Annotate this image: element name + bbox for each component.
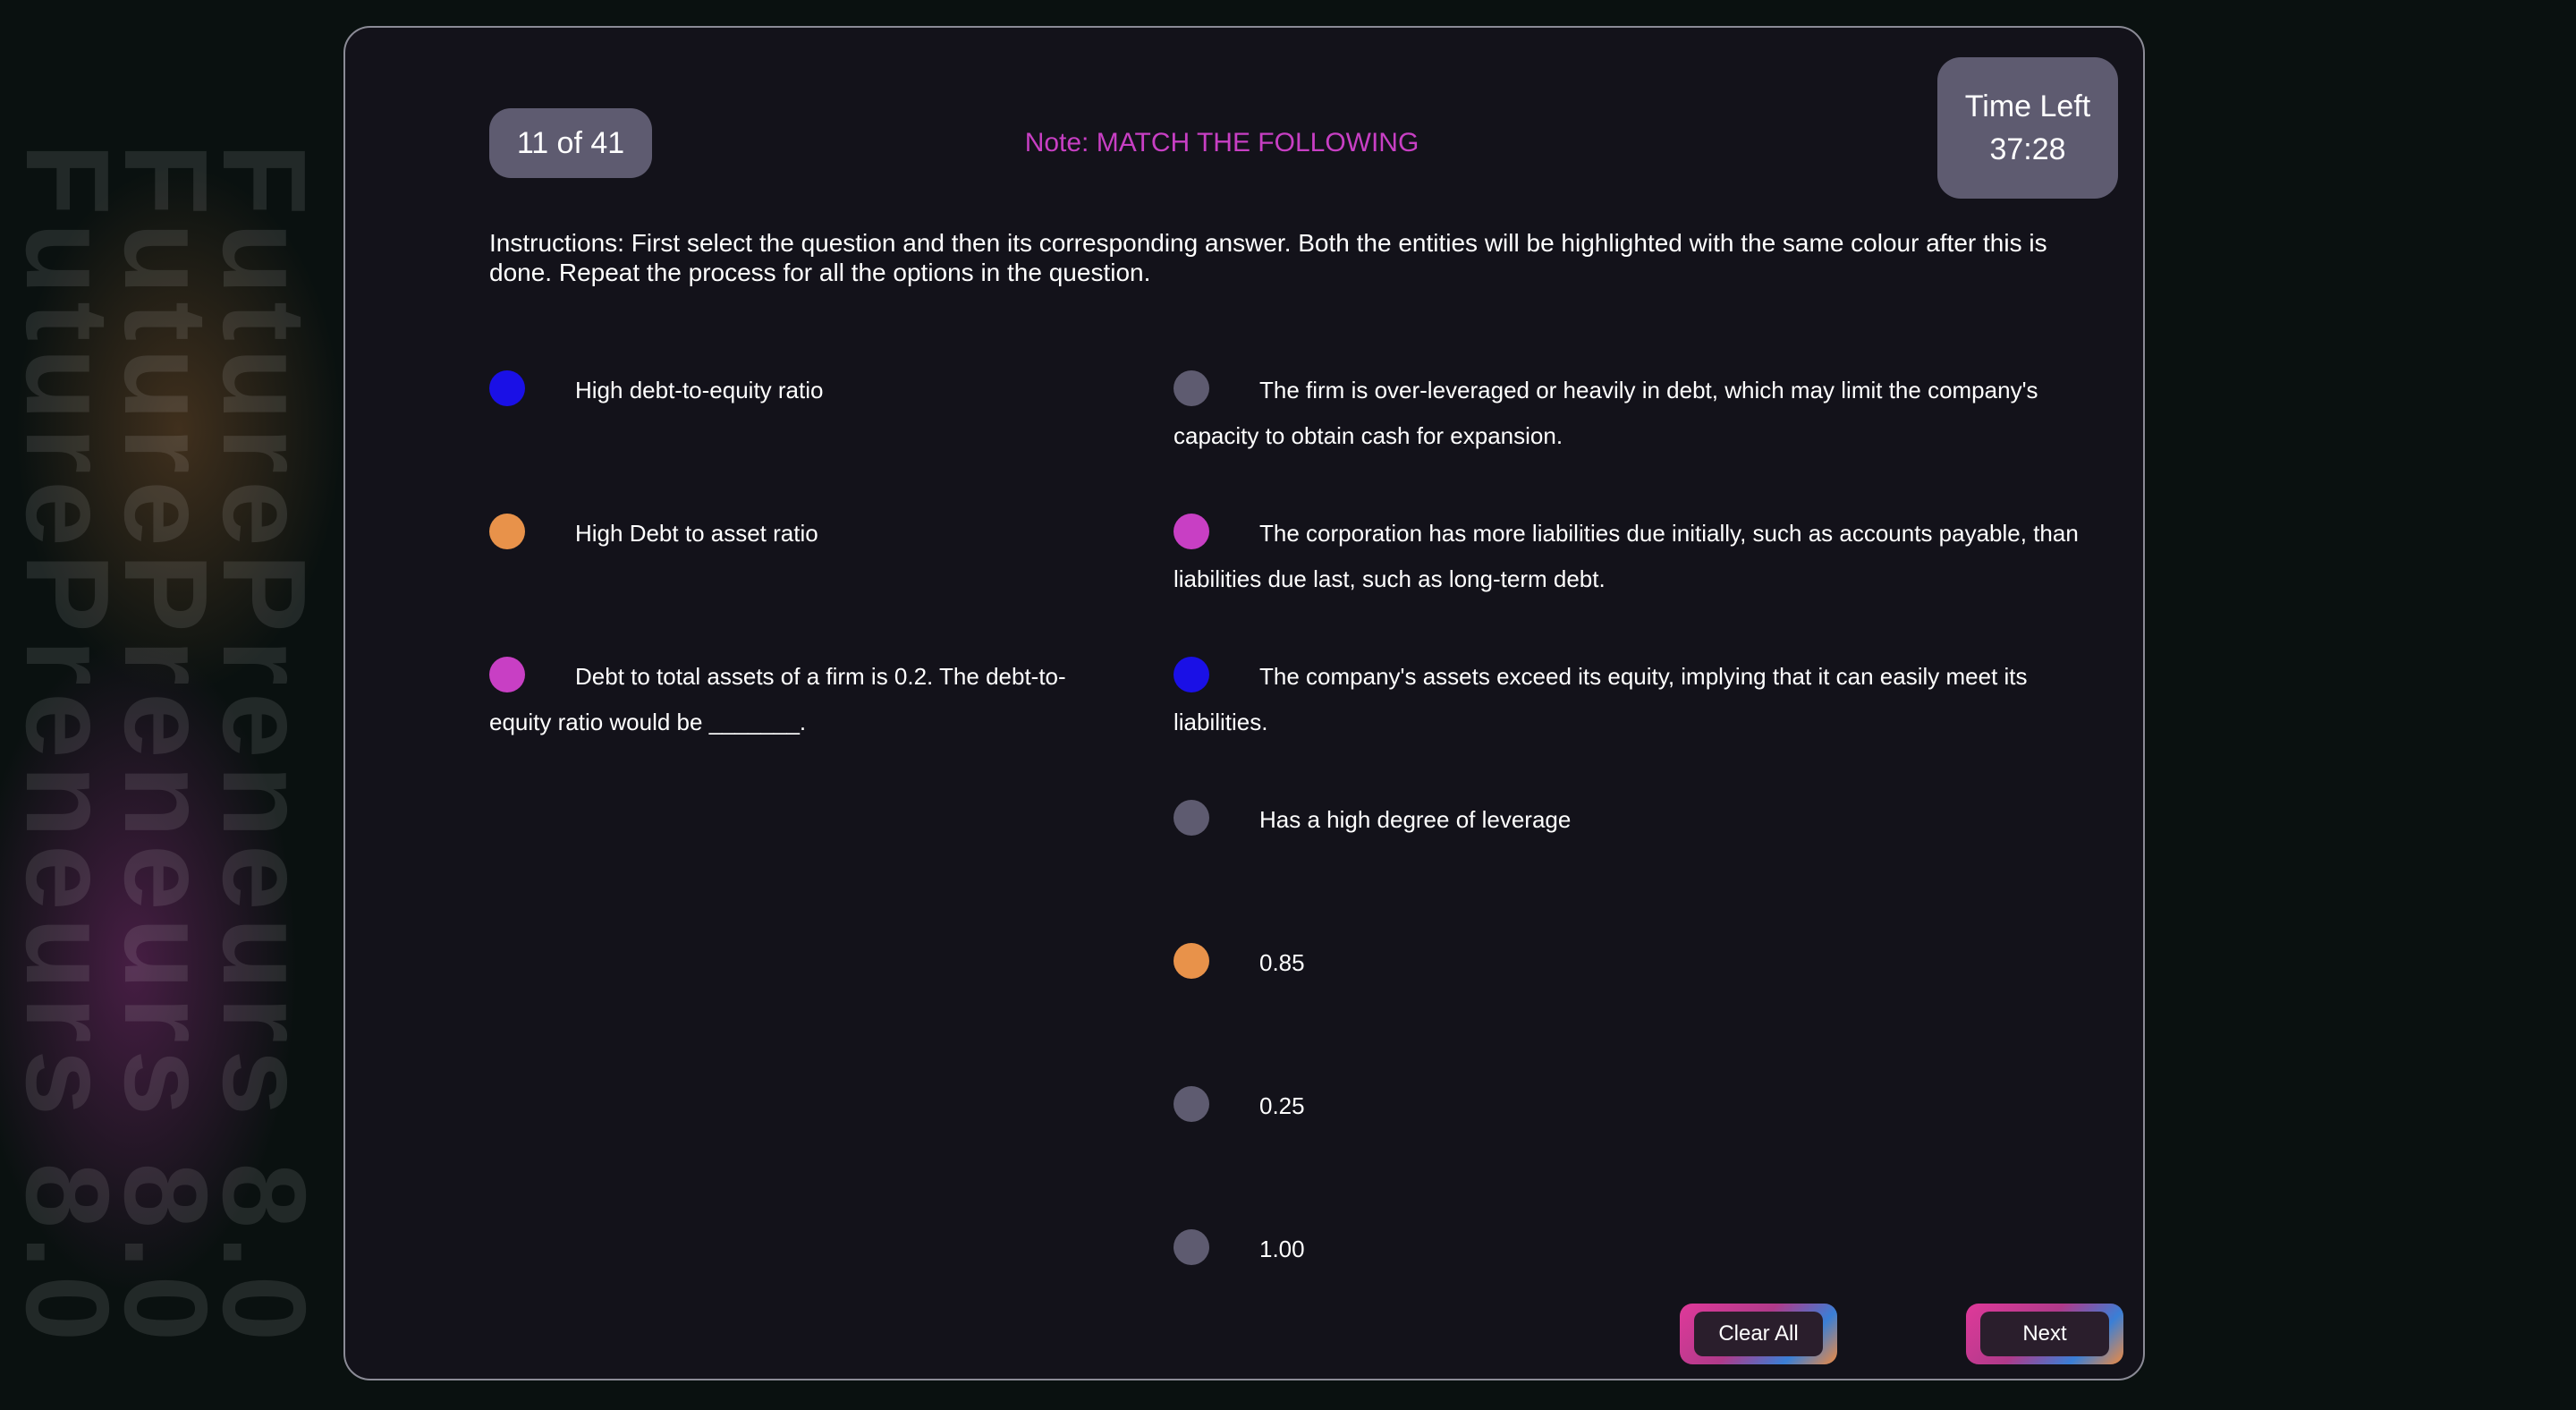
question-text: High debt-to-equity ratio <box>575 377 824 403</box>
answer-text: The firm is over-leveraged or heavily in… <box>1174 377 2038 449</box>
answer-text: The corporation has more liabilities due… <box>1174 520 2079 592</box>
clear-all-button[interactable]: Clear All <box>1680 1304 1837 1364</box>
next-button[interactable]: Next <box>1966 1304 2123 1364</box>
selection-dot[interactable] <box>1174 514 1209 550</box>
timer-value: 37:28 <box>1989 132 2066 166</box>
selection-dot[interactable] <box>1174 943 1209 980</box>
answer-option-2[interactable]: The corporation has more liabilities due… <box>1174 511 2086 602</box>
quiz-panel: 11 of 41 Note: MATCH THE FOLLOWING Time … <box>343 26 2145 1380</box>
question-counter: 11 of 41 <box>489 108 652 178</box>
watermark-text: FuturePreneurs 8.0 <box>2 143 133 1349</box>
question-type-note: Note: MATCH THE FOLLOWING <box>1024 128 1419 157</box>
answer-option-1[interactable]: The firm is over-leveraged or heavily in… <box>1174 368 2086 459</box>
selection-dot[interactable] <box>1174 370 1209 407</box>
question-option-2[interactable]: High Debt to asset ratio <box>489 511 1080 556</box>
answer-text: Has a high degree of leverage <box>1259 806 1572 833</box>
timer-box: Time Left 37:28 <box>1937 57 2118 199</box>
question-text: Debt to total assets of a firm is 0.2. T… <box>489 663 1066 735</box>
answer-option-3[interactable]: The company's assets exceed its equity, … <box>1174 654 2086 745</box>
selection-dot[interactable] <box>1174 657 1209 693</box>
selection-dot[interactable] <box>489 370 525 407</box>
selection-dot[interactable] <box>489 657 525 693</box>
selection-dot[interactable] <box>1174 1086 1209 1123</box>
answer-option-5[interactable]: 0.85 <box>1174 940 2086 986</box>
answer-text: The company's assets exceed its equity, … <box>1174 663 2028 735</box>
answer-text: 0.85 <box>1259 949 1305 976</box>
answer-text: 1.00 <box>1259 1236 1305 1262</box>
answer-option-6[interactable]: 0.25 <box>1174 1083 2086 1129</box>
question-option-3[interactable]: Debt to total assets of a firm is 0.2. T… <box>489 654 1080 745</box>
answer-text: 0.25 <box>1259 1092 1305 1119</box>
clear-all-label[interactable]: Clear All <box>1694 1312 1823 1356</box>
answer-option-4[interactable]: Has a high degree of leverage <box>1174 797 2086 843</box>
timer-label: Time Left <box>1964 89 2091 123</box>
selection-dot[interactable] <box>1174 800 1209 837</box>
question-option-1[interactable]: High debt-to-equity ratio <box>489 368 1080 413</box>
answer-option-7[interactable]: 1.00 <box>1174 1227 2086 1272</box>
instructions-text: Instructions: First select the question … <box>489 229 2047 286</box>
question-text: High Debt to asset ratio <box>575 520 818 547</box>
selection-dot[interactable] <box>489 514 525 550</box>
selection-dot[interactable] <box>1174 1229 1209 1266</box>
next-label[interactable]: Next <box>1980 1312 2109 1356</box>
